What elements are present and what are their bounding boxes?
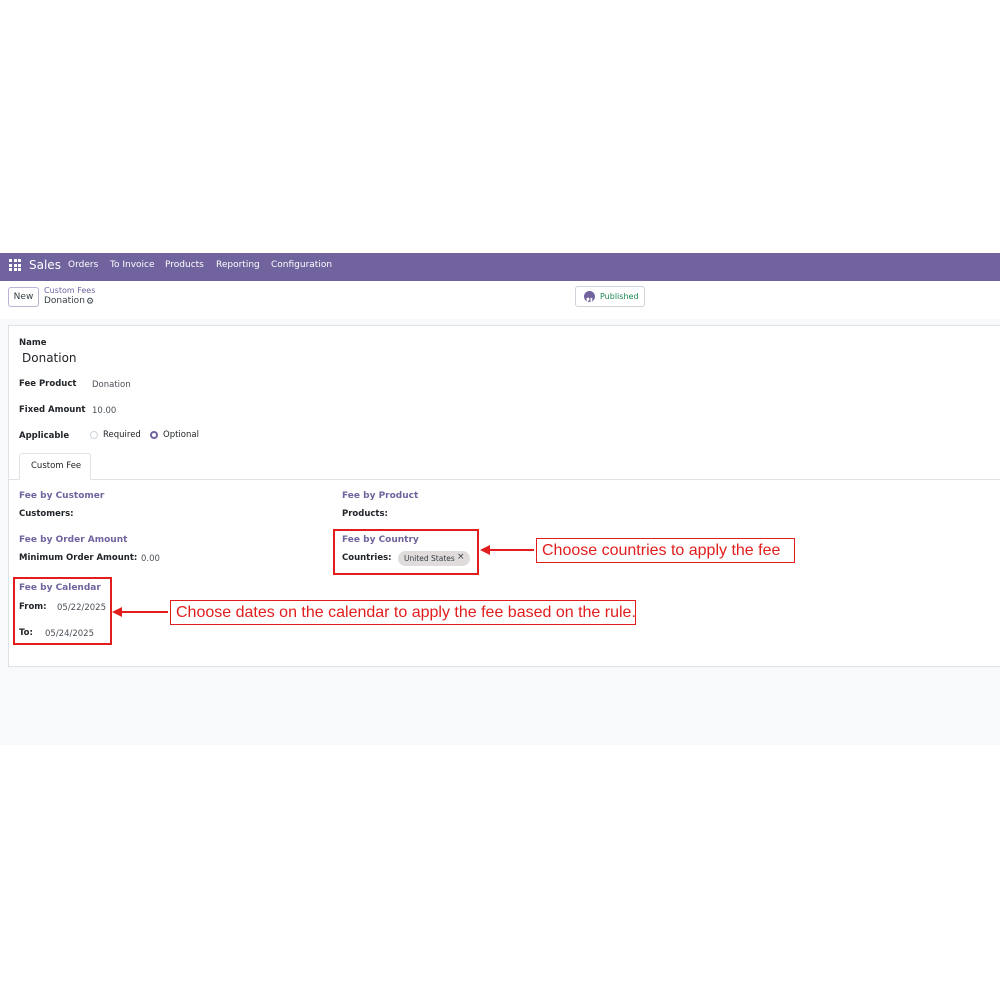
country-arrow	[480, 545, 534, 555]
radio-optional-label[interactable]: Optional	[163, 430, 199, 440]
menu-configuration[interactable]: Configuration	[271, 260, 332, 270]
group-fee-by-order-amount: Fee by Order Amount	[19, 535, 128, 545]
group-fee-by-customer: Fee by Customer	[19, 491, 105, 501]
name-label: Name	[19, 338, 47, 348]
menu-to-invoice[interactable]: To Invoice	[110, 260, 155, 270]
radio-required[interactable]	[90, 431, 98, 439]
gear-icon[interactable]: ⚙	[86, 297, 94, 307]
customers-label: Customers:	[19, 509, 74, 519]
min-order-field[interactable]: 0.00	[141, 554, 160, 564]
calendar-arrow	[112, 607, 168, 617]
breadcrumb-parent[interactable]: Custom Fees	[44, 286, 95, 295]
fixed-amount-field[interactable]: 10.00	[92, 406, 116, 416]
fee-product-label: Fee Product	[19, 379, 77, 389]
tab-divider	[9, 479, 1000, 480]
radio-optional[interactable]	[150, 431, 158, 439]
apps-grid-icon[interactable]	[9, 259, 21, 271]
calendar-highlight-box	[13, 577, 112, 645]
fixed-amount-label: Fixed Amount	[19, 405, 86, 415]
calendar-callout: Choose dates on the calendar to apply th…	[170, 600, 636, 625]
country-highlight-box	[333, 529, 479, 575]
products-label: Products:	[342, 509, 388, 519]
group-fee-by-product: Fee by Product	[342, 491, 419, 501]
applicable-label: Applicable	[19, 431, 70, 441]
control-panel	[0, 281, 1000, 320]
globe-icon	[584, 291, 595, 304]
breadcrumb-current: Donation	[44, 296, 85, 306]
menu-products[interactable]: Products	[165, 260, 204, 270]
min-order-label: Minimum Order Amount:	[19, 553, 138, 563]
fee-product-field[interactable]: Donation	[92, 380, 131, 390]
tab-custom-fee-label[interactable]: Custom Fee	[31, 461, 81, 471]
name-input[interactable]: Donation	[22, 351, 77, 365]
menu-reporting[interactable]: Reporting	[216, 260, 260, 270]
app-brand[interactable]: Sales	[29, 258, 61, 272]
country-callout: Choose countries to apply the fee	[536, 538, 795, 563]
menu-orders[interactable]: Orders	[68, 260, 98, 270]
published-label: Published	[600, 292, 639, 301]
new-button[interactable]: New	[8, 287, 39, 307]
radio-required-label[interactable]: Required	[103, 430, 141, 440]
